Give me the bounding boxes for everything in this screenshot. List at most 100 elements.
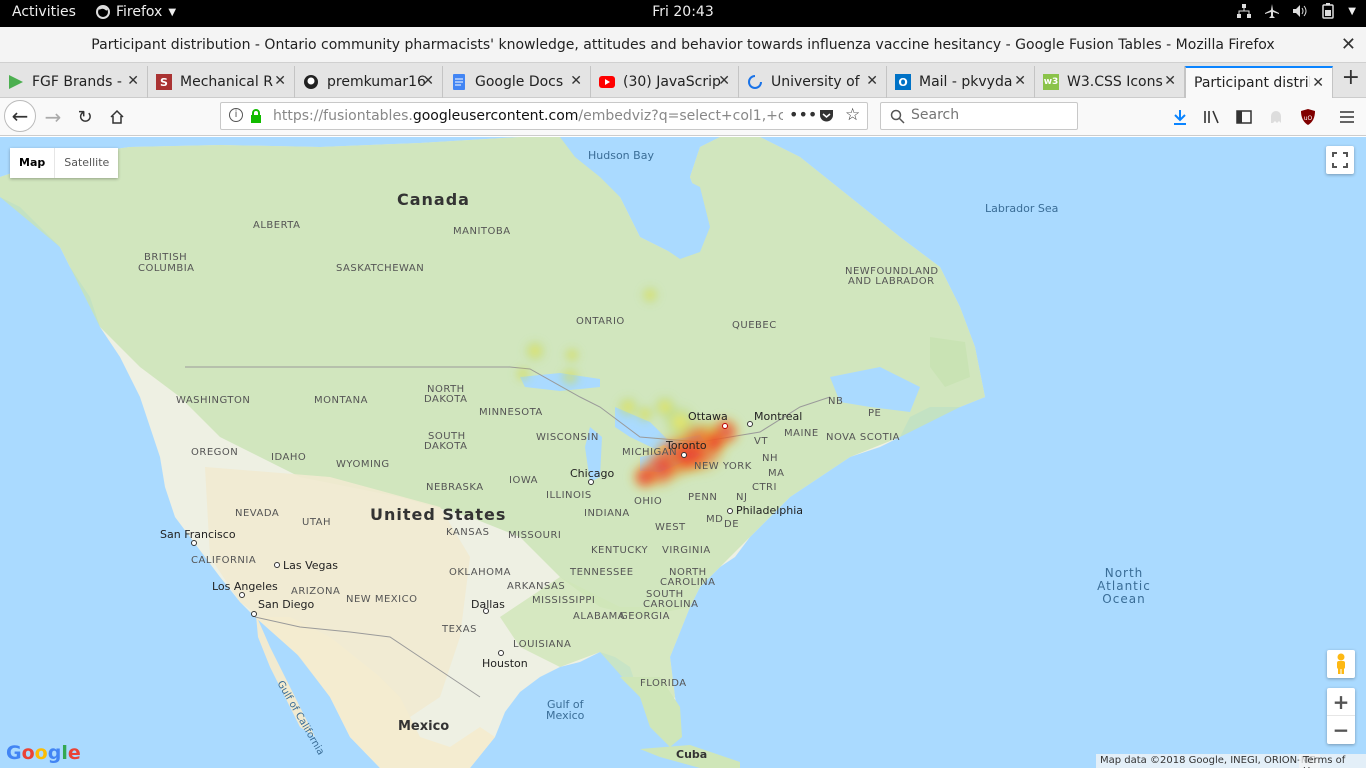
- close-icon[interactable]: ✕: [864, 73, 878, 89]
- map-label: Mexico: [398, 719, 450, 734]
- ocean-label: North Atlantic Ocean: [1094, 567, 1154, 606]
- reload-button[interactable]: ↻: [72, 104, 98, 130]
- google-logo[interactable]: Google: [6, 742, 81, 764]
- pocket-icon[interactable]: [819, 109, 834, 123]
- url-bar[interactable]: i https://fusiontables.googleusercontent…: [220, 102, 868, 130]
- menu-button[interactable]: [1334, 104, 1360, 130]
- map-label: CAROLINA: [643, 599, 699, 610]
- map-label: Labrador Sea: [985, 202, 1059, 215]
- search-input[interactable]: [911, 107, 1071, 123]
- map-label: Philadelphia: [736, 504, 804, 517]
- map-label: COLUMBIA: [138, 263, 195, 274]
- navigation-bar: ← → ↻ i https://fusiontables.googleuserc…: [0, 98, 1366, 136]
- green-flag-icon: [8, 74, 24, 90]
- heatmap-map[interactable]: Hudson Bay Canada Labrador Sea ALBERTA M…: [0, 137, 1366, 768]
- map-label: VT: [754, 436, 768, 447]
- map-label: CALIFORNIA: [191, 555, 257, 566]
- map-label: WYOMING: [336, 459, 390, 470]
- reload-icon: ↻: [77, 106, 93, 128]
- map-label: ARIZONA: [291, 586, 341, 597]
- back-button[interactable]: ←: [4, 100, 36, 132]
- map-label: KENTUCKY: [591, 545, 649, 556]
- map-label: MAINE: [784, 428, 819, 439]
- tab-fgf-brands[interactable]: FGF Brands - ✕: [0, 66, 148, 98]
- home-icon: [110, 109, 124, 124]
- map-type-map-button[interactable]: Map: [10, 148, 54, 178]
- downloads-button[interactable]: [1167, 104, 1193, 130]
- map-label: Dallas: [471, 598, 505, 611]
- map-attribution: Map data ©2018 Google, INEGI, ORION-ME: [1096, 754, 1320, 768]
- close-icon[interactable]: ✕: [716, 73, 730, 89]
- new-tab-button[interactable]: +: [1342, 65, 1360, 90]
- window-title-bar: Participant distribution - Ontario commu…: [0, 27, 1366, 63]
- fullscreen-button[interactable]: [1326, 146, 1354, 174]
- close-icon[interactable]: ✕: [272, 73, 286, 89]
- sidebar-button[interactable]: [1231, 104, 1257, 130]
- home-button[interactable]: [104, 104, 130, 130]
- map-label: ILLINOIS: [546, 490, 592, 501]
- map-label: Mexico: [546, 709, 585, 722]
- clock[interactable]: Fri 20:43: [652, 4, 713, 20]
- map-label: San Francisco: [160, 528, 236, 541]
- map-label: BRITISH: [144, 252, 188, 263]
- map-label: Houston: [482, 657, 528, 670]
- window-close-button[interactable]: ✕: [1341, 34, 1356, 55]
- library-button[interactable]: [1199, 104, 1225, 130]
- search-icon: [890, 109, 905, 124]
- map-label: DE: [724, 519, 740, 530]
- map-label: ALABAMA: [573, 611, 626, 622]
- map-label: OHIO: [634, 496, 663, 507]
- map-label: IOWA: [509, 475, 539, 486]
- tab-university[interactable]: University of ✕: [739, 66, 887, 98]
- map-type-satellite-button[interactable]: Satellite: [54, 148, 118, 178]
- tab-google-docs[interactable]: Google Docs ✕: [443, 66, 591, 98]
- close-icon[interactable]: ✕: [125, 73, 139, 89]
- svg-text:uO: uO: [1304, 115, 1313, 122]
- app-menu[interactable]: Firefox ▼: [96, 4, 176, 20]
- app-menu-label: Firefox: [116, 4, 163, 20]
- docs-icon: [451, 74, 467, 90]
- zoom-in-button[interactable]: +: [1327, 688, 1355, 716]
- lock-icon: [251, 109, 261, 123]
- forward-button[interactable]: →: [40, 104, 66, 130]
- map-label: MINNESOTA: [479, 407, 543, 418]
- zoom-out-button[interactable]: −: [1327, 716, 1355, 744]
- arrow-left-icon: ←: [11, 104, 29, 128]
- download-arrow-icon: [1174, 110, 1186, 125]
- close-icon[interactable]: ✕: [568, 73, 582, 89]
- system-tray[interactable]: ▼: [1236, 3, 1356, 19]
- activities-button[interactable]: Activities: [12, 4, 76, 20]
- map-label: San Diego: [258, 598, 315, 611]
- map-label: OREGON: [191, 447, 239, 458]
- url-path: /embedviz?q=select+col1,+co: [578, 108, 783, 124]
- terms-of-use-link[interactable]: Terms of Use: [1299, 754, 1366, 768]
- bookmark-star-icon[interactable]: ☆: [845, 105, 860, 125]
- close-icon[interactable]: ✕: [1162, 73, 1176, 89]
- map-label: LOUISIANA: [513, 639, 572, 650]
- search-box[interactable]: [880, 102, 1078, 130]
- map-label: PENN: [688, 492, 718, 503]
- map-label: WEST: [655, 522, 686, 533]
- map-label: MONTANA: [314, 395, 368, 406]
- tab-github[interactable]: premkumar16 ✕: [295, 66, 443, 98]
- map-label: MA: [768, 468, 785, 479]
- tab-participant-distribution[interactable]: Participant distrib ✕: [1185, 66, 1333, 98]
- map-label: NOVA SCOTIA: [826, 432, 900, 443]
- map-label: ARKANSAS: [507, 581, 566, 592]
- tab-mechanical[interactable]: S Mechanical R ✕: [148, 66, 295, 98]
- close-icon[interactable]: ✕: [1310, 75, 1324, 91]
- info-icon[interactable]: i: [229, 108, 243, 122]
- tab-youtube[interactable]: (30) JavaScrip ✕: [591, 66, 739, 98]
- tab-mail[interactable]: O Mail - pkvyda ✕: [887, 66, 1035, 98]
- url-text[interactable]: https://fusiontables.googleusercontent.c…: [273, 108, 783, 124]
- more-actions-icon[interactable]: •••: [789, 105, 817, 124]
- ublock-button[interactable]: uO: [1295, 104, 1321, 130]
- map-label: Los Angeles: [212, 580, 278, 593]
- map-label: DAKOTA: [424, 394, 468, 405]
- extension-button[interactable]: [1263, 104, 1289, 130]
- library-icon: [1204, 110, 1219, 124]
- tab-w3css[interactable]: w3 W3.CSS Icons ✕: [1035, 66, 1185, 98]
- street-view-pegman[interactable]: [1327, 650, 1355, 678]
- close-icon[interactable]: ✕: [1012, 73, 1026, 89]
- close-icon[interactable]: ✕: [420, 73, 434, 89]
